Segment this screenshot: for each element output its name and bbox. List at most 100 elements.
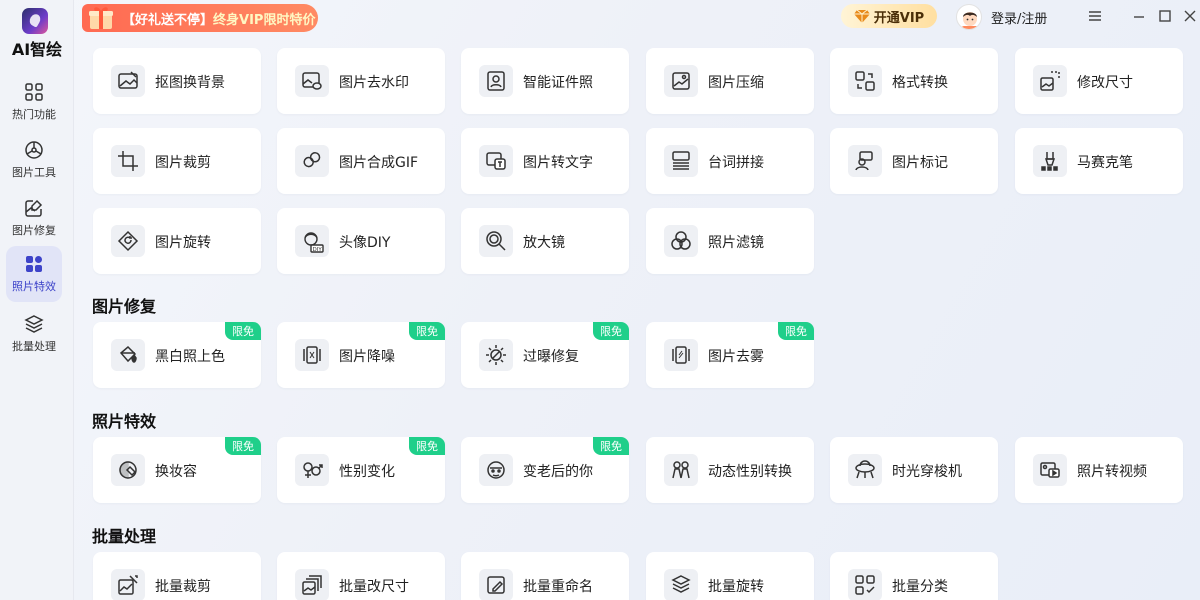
effect-card-makeup[interactable]: 换妆容 限免 <box>93 437 261 503</box>
menu-icon[interactable] <box>1087 8 1103 24</box>
tool-label: 图片转文字 <box>523 155 593 171</box>
dehaze-icon <box>664 339 698 371</box>
tool-card-watermark[interactable]: 图片去水印 <box>277 48 445 114</box>
tool-card-mark[interactable]: 图片标记 <box>830 128 998 194</box>
promo-banner[interactable]: 【好礼送不停】 终身VIP限时特价 <box>82 4 318 32</box>
tool-card-magnifier[interactable]: 放大镜 <box>461 208 629 274</box>
avatar[interactable] <box>956 4 982 30</box>
sidebar-item-hot[interactable]: 热门功能 <box>6 74 62 130</box>
user-avatar-icon <box>961 12 979 29</box>
tool-card-format[interactable]: 格式转换 <box>830 48 998 114</box>
batch-classify-icon <box>848 569 882 600</box>
rotate-icon <box>111 225 145 257</box>
promo-bracket: 【好礼送不停】 <box>122 12 214 28</box>
tool-label: 格式转换 <box>892 75 948 91</box>
free-badge: 限免 <box>593 322 629 340</box>
tool-label: 照片转视频 <box>1077 464 1147 480</box>
grid-icon <box>25 83 43 101</box>
batch-card-resize[interactable]: 批量改尺寸 <box>277 552 445 600</box>
cutout-icon <box>111 65 145 97</box>
tool-label: 图片去雾 <box>708 349 764 365</box>
free-badge: 限免 <box>778 322 814 340</box>
tool-label: 图片裁剪 <box>155 155 211 171</box>
tool-card-gif[interactable]: 图片合成GIF <box>277 128 445 194</box>
aging-face-icon <box>479 454 513 486</box>
tool-card-resize[interactable]: 修改尺寸 <box>1015 48 1183 114</box>
close-icon[interactable] <box>1182 8 1198 24</box>
tool-label: 动态性别转换 <box>708 464 792 480</box>
effect-card-dynamic-gender[interactable]: 动态性别转换 <box>646 437 814 503</box>
tool-label: 批量分类 <box>892 579 948 595</box>
sidebar-item-label: 图片工具 <box>12 166 56 179</box>
sidebar-item-tools[interactable]: 图片工具 <box>6 132 62 188</box>
svg-text:DIY: DIY <box>313 247 323 253</box>
tool-label: 照片滤镜 <box>708 235 764 251</box>
mosaic-pen-icon <box>1033 145 1067 177</box>
free-badge: 限免 <box>409 322 445 340</box>
batch-card-classify[interactable]: 批量分类 <box>830 552 998 600</box>
tool-label: 马赛克笔 <box>1077 155 1133 171</box>
maximize-icon[interactable] <box>1157 8 1173 24</box>
batch-resize-icon <box>295 569 329 600</box>
free-badge: 限免 <box>225 322 261 340</box>
sidebar-item-effects[interactable]: 照片特效 <box>6 246 62 302</box>
repair-card-denoise[interactable]: 图片降噪 限免 <box>277 322 445 388</box>
tool-label: 台词拼接 <box>708 155 764 171</box>
video-icon <box>1033 454 1067 486</box>
login-link[interactable]: 登录/注册 <box>991 8 1047 27</box>
tool-label: 图片旋转 <box>155 235 211 251</box>
avatar-diy-icon: DIY <box>295 225 329 257</box>
tool-label: 批量重命名 <box>523 579 593 595</box>
sidebar-item-label: 热门功能 <box>12 108 56 121</box>
tool-card-crop[interactable]: 图片裁剪 <box>93 128 261 194</box>
tool-card-filter[interactable]: 照片滤镜 <box>646 208 814 274</box>
batch-card-rename[interactable]: 批量重命名 <box>461 552 629 600</box>
denoise-icon <box>295 339 329 371</box>
free-badge: 限免 <box>225 437 261 455</box>
batch-crop-icon <box>111 569 145 600</box>
effect-card-time-machine[interactable]: 时光穿梭机 <box>830 437 998 503</box>
subtitle-stitch-icon <box>664 145 698 177</box>
tool-card-ocr[interactable]: 图片转文字 <box>461 128 629 194</box>
tool-label: 图片合成GIF <box>339 155 419 171</box>
exposure-icon <box>479 339 513 371</box>
aperture-icon <box>25 141 43 159</box>
effect-card-gender[interactable]: 性别变化 限免 <box>277 437 445 503</box>
crop-icon <box>111 145 145 177</box>
repair-card-overexposure[interactable]: 过曝修复 限免 <box>461 322 629 388</box>
section-title-batch: 批量处理 <box>92 527 157 546</box>
tool-card-compress[interactable]: 图片压缩 <box>646 48 814 114</box>
batch-card-crop[interactable]: 批量裁剪 <box>93 552 261 600</box>
tool-label: 图片去水印 <box>339 75 409 91</box>
sidebar: AI智绘 热门功能 图片工具 图片修复 照片特效 批量处理 <box>0 0 74 600</box>
layers-icon <box>24 315 44 333</box>
repair-card-colorize[interactable]: 黑白照上色 限免 <box>93 322 261 388</box>
effect-card-aging[interactable]: 变老后的你 限免 <box>461 437 629 503</box>
compress-icon <box>664 65 698 97</box>
promo-text: 终身VIP限时特价 <box>213 12 316 28</box>
repair-card-dehaze[interactable]: 图片去雾 限免 <box>646 322 814 388</box>
vip-button[interactable]: 开通VIP <box>841 4 937 28</box>
batch-card-rotate[interactable]: 批量旋转 <box>646 552 814 600</box>
tool-card-rotate[interactable]: 图片旋转 <box>93 208 261 274</box>
watermark-remove-icon <box>295 65 329 97</box>
filter-icon <box>664 225 698 257</box>
makeup-icon <box>111 454 145 486</box>
sidebar-item-batch[interactable]: 批量处理 <box>6 306 62 362</box>
batch-rotate-icon <box>664 569 698 600</box>
tool-label: 变老后的你 <box>523 464 593 480</box>
tool-label: 智能证件照 <box>523 75 593 91</box>
sidebar-item-repair[interactable]: 图片修复 <box>6 190 62 246</box>
minimize-icon[interactable] <box>1131 8 1147 24</box>
tool-card-id-photo[interactable]: 智能证件照 <box>461 48 629 114</box>
tool-label: 放大镜 <box>523 235 565 251</box>
section-title-effects: 照片特效 <box>92 412 157 431</box>
sidebar-item-label: 照片特效 <box>12 280 56 293</box>
effect-card-photo-to-video[interactable]: 照片转视频 <box>1015 437 1183 503</box>
tool-card-avatar-diy[interactable]: DIY 头像DIY <box>277 208 445 274</box>
tool-card-cutout[interactable]: 抠图换背景 <box>93 48 261 114</box>
tool-card-subtitle[interactable]: 台词拼接 <box>646 128 814 194</box>
tool-card-mosaic[interactable]: 马赛克笔 <box>1015 128 1183 194</box>
tool-label: 换妆容 <box>155 464 197 480</box>
magnifier-icon <box>479 225 513 257</box>
